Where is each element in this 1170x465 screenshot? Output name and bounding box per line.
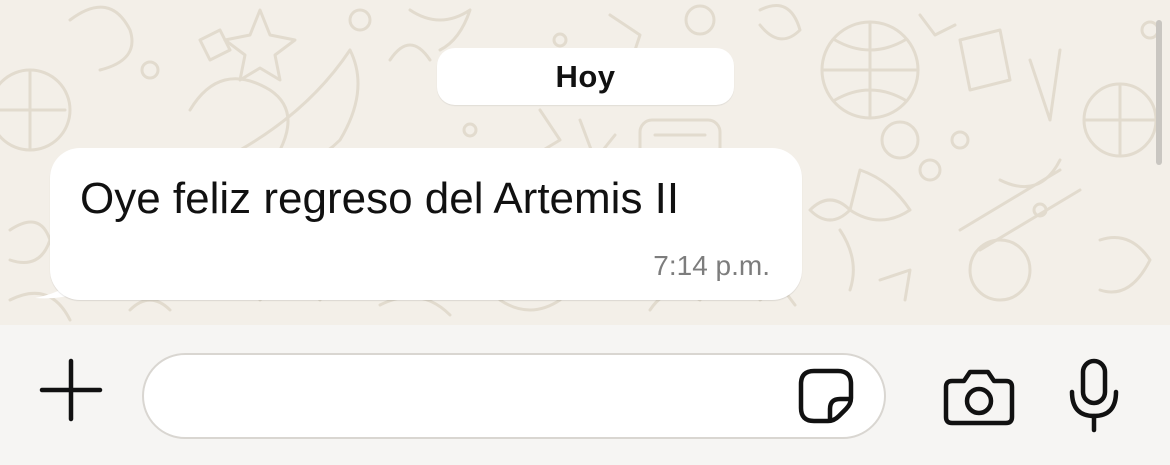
message-text: Oye feliz regreso del Artemis II — [80, 174, 680, 223]
camera-button[interactable] — [940, 365, 1018, 429]
camera-icon — [943, 369, 1015, 426]
attach-button[interactable] — [36, 355, 106, 425]
plus-icon — [39, 358, 103, 422]
sticker-button[interactable] — [793, 363, 859, 429]
message-bubble-incoming[interactable]: Oye feliz regreso del Artemis II 7:14 p.… — [30, 148, 805, 303]
date-separator: Hoy — [437, 48, 734, 105]
message-composer — [0, 325, 1170, 465]
microphone-icon — [1069, 358, 1119, 433]
message-input[interactable] — [142, 353, 886, 439]
sticker-icon — [798, 368, 854, 424]
date-separator-label: Hoy — [555, 58, 616, 94]
message-timestamp: 7:14 p.m. — [653, 250, 770, 281]
chat-area: Hoy Oye feliz regreso del Artemis II 7:1… — [0, 0, 1170, 325]
chat-scrollbar[interactable] — [1156, 20, 1162, 165]
microphone-button[interactable] — [1064, 357, 1124, 435]
